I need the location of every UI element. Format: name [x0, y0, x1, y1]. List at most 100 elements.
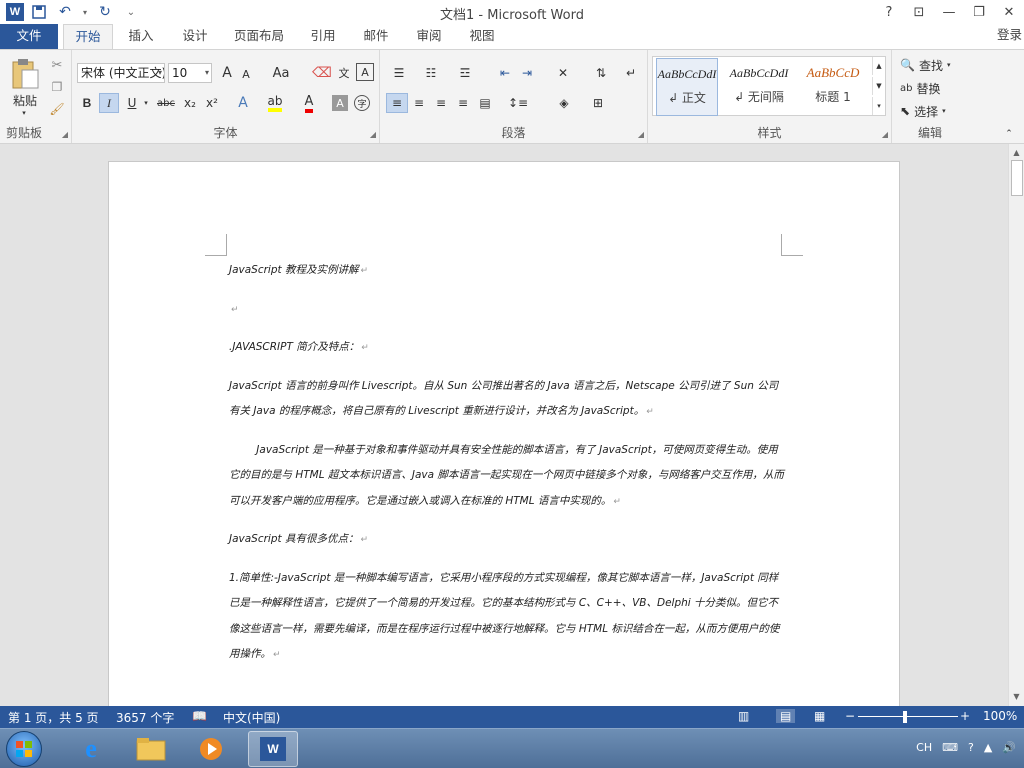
borders-icon[interactable]: ⊞ [584, 93, 612, 113]
highlight-icon[interactable]: ab [264, 93, 286, 113]
grow-font-button[interactable]: A [218, 63, 236, 83]
char-border-icon[interactable]: A [356, 63, 374, 81]
volume-icon[interactable]: 🔊 [1002, 741, 1016, 754]
minimize-button[interactable]: — [934, 0, 964, 24]
decrease-indent-icon[interactable]: ⇤ [494, 63, 516, 83]
font-size-combo[interactable]: 10 ▾ [168, 63, 212, 83]
read-mode-icon[interactable]: ▥ [738, 709, 749, 723]
distributed-icon[interactable]: ▤ [474, 93, 496, 113]
phonetic-guide-icon[interactable]: 文 [334, 63, 354, 83]
vertical-scrollbar[interactable]: ▲ ▼ [1008, 144, 1024, 706]
text-effects-icon[interactable]: A [232, 93, 254, 113]
tab-insert[interactable]: 插入 [118, 24, 164, 49]
zoom-out-icon[interactable]: − [845, 709, 855, 723]
print-layout-icon[interactable]: ▤ [776, 709, 796, 723]
help-tray-icon[interactable]: ? [968, 741, 974, 754]
style-no-spacing[interactable]: AaBbCcDdI ↲ 无间隔 [728, 58, 790, 116]
select-button[interactable]: ⬉ 选择 ▾ [900, 102, 966, 120]
subscript-button[interactable]: x₂ [180, 93, 200, 113]
document-page[interactable]: JavaScript 教程及实例讲解 ↵ ↵ .JAVASCRIPT 简介及特点：… [108, 161, 900, 706]
numbering-icon[interactable]: ☷ [418, 63, 444, 83]
start-button-icon[interactable] [6, 731, 42, 767]
ribbon-display-button[interactable]: ⊡ [904, 0, 934, 24]
restore-button[interactable]: ❐ [964, 0, 994, 24]
document-workspace[interactable]: JavaScript 教程及实例讲解 ↵ ↵ .JAVASCRIPT 简介及特点：… [0, 144, 1008, 706]
tab-references[interactable]: 引用 [302, 24, 344, 49]
paste-button[interactable]: 粘贴 [4, 92, 46, 108]
proofing-icon[interactable]: 📖 [192, 709, 207, 723]
style-normal[interactable]: AaBbCcDdI ↲ 正文 [656, 58, 718, 116]
tab-home[interactable]: 开始 [63, 24, 113, 50]
styles-scroll-down-icon[interactable]: ▼ [872, 77, 885, 95]
find-button[interactable]: 🔍 查找 ▾ [900, 56, 966, 74]
shading-icon[interactable]: ◈ [550, 93, 578, 113]
word-count[interactable]: 3657 个字 [116, 709, 174, 726]
align-left-icon[interactable]: ≡ [386, 93, 408, 113]
zoom-slider[interactable] [858, 716, 958, 717]
sort-icon[interactable]: ⇅ [590, 63, 612, 83]
clipboard-launcher-icon[interactable]: ◢ [62, 130, 68, 139]
char-shading-icon[interactable]: A [332, 95, 348, 111]
multilevel-list-icon[interactable]: ☲ [452, 63, 478, 83]
scroll-up-icon[interactable]: ▲ [1009, 146, 1024, 160]
format-painter-icon[interactable]: 🖌 [48, 100, 66, 118]
replace-button[interactable]: ab 替换 [900, 79, 966, 97]
clear-format-icon[interactable]: ⌫ [312, 63, 332, 83]
font-name-combo[interactable]: 宋体 (中文正文) ▾ [77, 63, 165, 83]
page-count[interactable]: 第 1 页，共 5 页 [8, 709, 99, 726]
help-button[interactable]: ? [874, 0, 904, 24]
explorer-icon[interactable] [126, 731, 176, 767]
scroll-down-icon[interactable]: ▼ [1009, 690, 1024, 704]
superscript-button[interactable]: x² [202, 93, 222, 113]
enclose-char-icon[interactable]: 字 [354, 95, 370, 111]
scroll-thumb[interactable] [1011, 160, 1023, 196]
collapse-ribbon-icon[interactable]: ⌃ [1002, 128, 1016, 140]
zoom-slider-thumb[interactable] [903, 711, 907, 723]
zoom-level[interactable]: 100% [983, 709, 1017, 723]
tab-layout[interactable]: 页面布局 [228, 24, 290, 49]
copy-icon[interactable]: ❐ [48, 78, 66, 96]
tab-design[interactable]: 设计 [172, 24, 218, 49]
justify-icon[interactable]: ≡ [452, 93, 474, 113]
cut-icon[interactable]: ✂ [48, 56, 66, 74]
italic-button[interactable]: I [99, 93, 119, 113]
font-launcher-icon[interactable]: ◢ [370, 130, 376, 139]
font-color-icon[interactable]: A [298, 93, 320, 113]
close-button[interactable]: ✕ [994, 0, 1024, 24]
bullets-icon[interactable]: ☰ [386, 63, 412, 83]
tab-view[interactable]: 视图 [461, 24, 503, 49]
style-heading1[interactable]: AaBbCcD 标题 1 [800, 58, 866, 116]
keyboard-icon[interactable]: ⌨ [942, 741, 958, 754]
web-layout-icon[interactable]: ▦ [814, 709, 825, 723]
styles-launcher-icon[interactable]: ◢ [882, 130, 888, 139]
chinese-layout-icon[interactable]: ✕ [550, 63, 576, 83]
document-body[interactable]: JavaScript 教程及实例讲解 ↵ ↵ .JAVASCRIPT 简介及特点：… [229, 258, 784, 681]
tab-mailings[interactable]: 邮件 [355, 24, 397, 49]
change-case-button[interactable]: Aa [268, 63, 294, 83]
word-taskbar-icon[interactable]: W [248, 731, 298, 767]
paste-dropdown-icon[interactable]: ▾ [18, 108, 30, 118]
underline-button[interactable]: U [123, 93, 141, 113]
ie-icon[interactable]: e [66, 731, 116, 767]
zoom-in-icon[interactable]: + [960, 709, 970, 723]
increase-indent-icon[interactable]: ⇥ [516, 63, 538, 83]
media-player-icon[interactable] [186, 731, 236, 767]
show-marks-icon[interactable]: ↵ [620, 63, 642, 83]
shrink-font-button[interactable]: A [238, 65, 254, 83]
input-language[interactable]: CH [916, 741, 932, 754]
language-indicator[interactable]: 中文(中国) [223, 709, 280, 726]
tab-file[interactable]: 文件 [0, 24, 58, 49]
tray-arrow-icon[interactable]: ▲ [984, 741, 992, 754]
signin-link[interactable]: 登录 [997, 24, 1022, 46]
styles-more-icon[interactable]: ▾ [872, 97, 885, 115]
paragraph-launcher-icon[interactable]: ◢ [638, 130, 644, 139]
line-spacing-icon[interactable]: ↕≡ [504, 93, 532, 113]
underline-dropdown-icon[interactable]: ▾ [141, 93, 151, 113]
align-center-icon[interactable]: ≡ [408, 93, 430, 113]
tab-review[interactable]: 审阅 [408, 24, 450, 49]
align-right-icon[interactable]: ≡ [430, 93, 452, 113]
strikethrough-button[interactable]: abc [154, 93, 178, 113]
styles-scroll-up-icon[interactable]: ▲ [872, 57, 885, 75]
paste-icon[interactable] [8, 56, 42, 92]
bold-button[interactable]: B [77, 93, 97, 113]
